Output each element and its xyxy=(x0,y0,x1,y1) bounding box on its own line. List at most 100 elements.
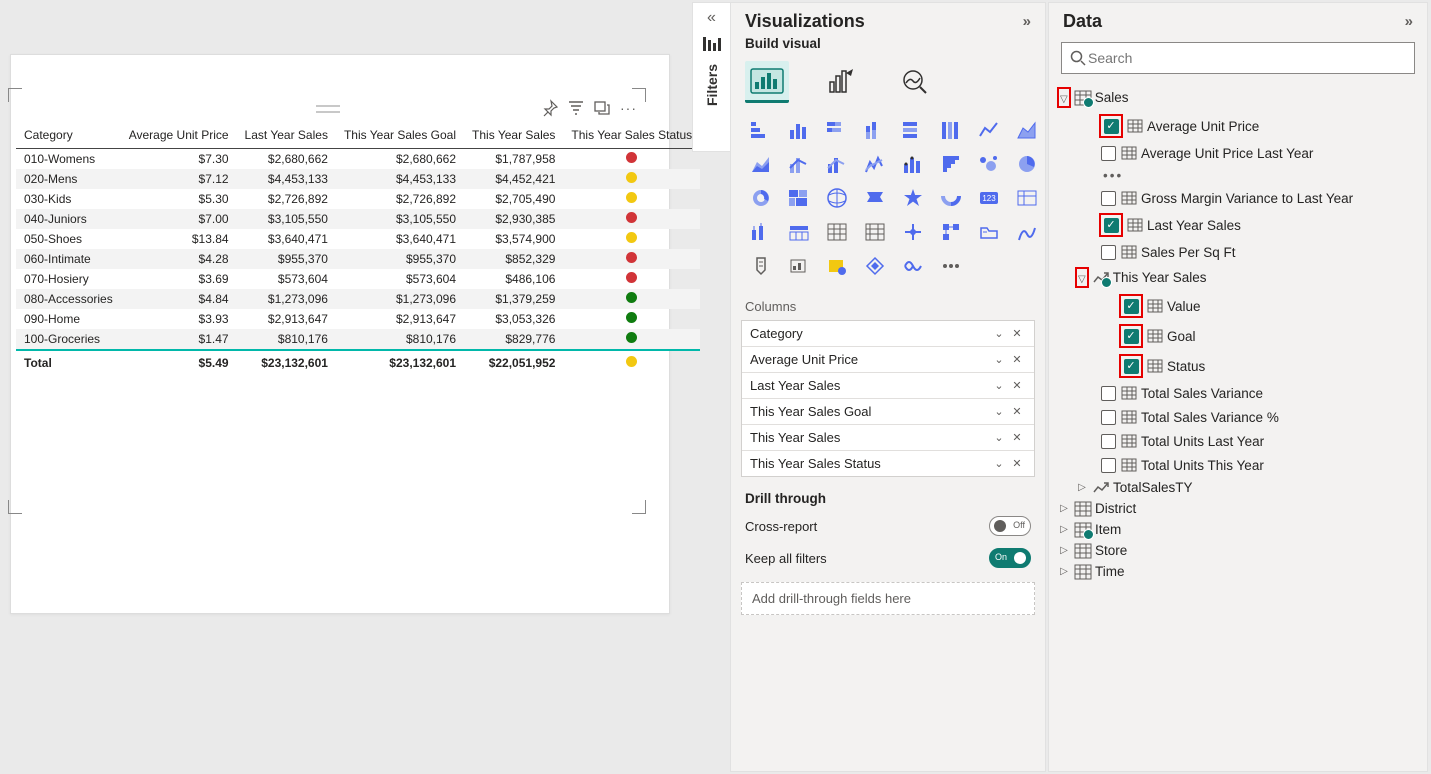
table-row[interactable]: 080-Accessories$4.84$1,273,096$1,273,096… xyxy=(16,289,700,309)
drillthrough-drop-area[interactable]: Add drill-through fields here xyxy=(741,582,1035,615)
visual-type-11[interactable] xyxy=(859,149,891,179)
chevron-right-icon[interactable]: ▷ xyxy=(1057,566,1071,577)
table-visual[interactable]: ··· CategoryAverage Unit PriceLast Year … xyxy=(16,96,640,508)
visual-type-30[interactable] xyxy=(973,217,1005,247)
chevron-down-icon[interactable]: ⌄ xyxy=(990,353,1008,366)
table-district[interactable]: ▷ District xyxy=(1055,498,1421,519)
table-row[interactable]: 090-Home$3.93$2,913,647$2,913,647$3,053,… xyxy=(16,309,700,329)
chevron-down-icon[interactable]: ⌄ xyxy=(990,405,1008,418)
visual-type-28[interactable] xyxy=(897,217,929,247)
column-header[interactable]: This Year Sales xyxy=(464,122,563,149)
visual-type-17[interactable] xyxy=(783,183,815,213)
field-this-year-sales[interactable]: ▽ This Year Sales xyxy=(1055,264,1421,291)
field-chip[interactable]: Average Unit Price⌄✕ xyxy=(742,347,1034,373)
table-store[interactable]: ▷ Store xyxy=(1055,540,1421,561)
table-time[interactable]: ▷ Time xyxy=(1055,561,1421,582)
build-visual-tab[interactable] xyxy=(745,61,789,103)
table-row[interactable]: 010-Womens$7.30$2,680,662$2,680,662$1,78… xyxy=(16,149,700,170)
field-total-units-ty[interactable]: Total Units This Year xyxy=(1055,453,1421,477)
visual-type-5[interactable] xyxy=(935,115,967,145)
checkbox[interactable] xyxy=(1101,191,1116,206)
visual-type-13[interactable] xyxy=(935,149,967,179)
visual-type-0[interactable] xyxy=(745,115,777,145)
visual-type-18[interactable] xyxy=(821,183,853,213)
field-total-units-ly[interactable]: Total Units Last Year xyxy=(1055,429,1421,453)
filter-icon[interactable] xyxy=(568,100,584,116)
visual-type-33[interactable] xyxy=(783,251,815,281)
visual-type-6[interactable] xyxy=(973,115,1005,145)
chevron-down-icon[interactable]: ⌄ xyxy=(990,327,1008,340)
collapse-data-icon[interactable]: » xyxy=(1405,13,1413,30)
columns-well[interactable]: Category⌄✕Average Unit Price⌄✕Last Year … xyxy=(741,320,1035,477)
remove-icon[interactable]: ✕ xyxy=(1008,405,1026,418)
more-fields-icon[interactable]: ••• xyxy=(1055,165,1421,186)
visual-type-4[interactable] xyxy=(897,115,929,145)
checkbox[interactable] xyxy=(1101,410,1116,425)
visual-type-27[interactable] xyxy=(859,217,891,247)
field-total-sales-variance[interactable]: Total Sales Variance xyxy=(1055,381,1421,405)
table-row[interactable]: 040-Juniors$7.00$3,105,550$3,105,550$2,9… xyxy=(16,209,700,229)
visual-type-7[interactable] xyxy=(1011,115,1043,145)
checkbox[interactable] xyxy=(1101,146,1116,161)
collapse-viz-icon[interactable]: » xyxy=(1023,13,1031,30)
field-chip[interactable]: This Year Sales Status⌄✕ xyxy=(742,451,1034,476)
column-header[interactable]: Last Year Sales xyxy=(237,122,336,149)
field-aup-last-year[interactable]: Average Unit Price Last Year xyxy=(1055,141,1421,165)
checkbox[interactable] xyxy=(1104,119,1119,134)
keep-filters-toggle[interactable]: On xyxy=(989,548,1031,568)
checkbox[interactable] xyxy=(1101,386,1116,401)
column-header[interactable]: This Year Sales Goal xyxy=(336,122,464,149)
field-total-sales-variance-pct[interactable]: Total Sales Variance % xyxy=(1055,405,1421,429)
more-options-icon[interactable]: ··· xyxy=(620,100,636,116)
visual-type-35[interactable] xyxy=(859,251,891,281)
cross-report-toggle[interactable]: Off xyxy=(989,516,1031,536)
field-value[interactable]: Value xyxy=(1055,291,1421,321)
visual-type-23[interactable] xyxy=(1011,183,1043,213)
visual-type-10[interactable] xyxy=(821,149,853,179)
visual-type-9[interactable] xyxy=(783,149,815,179)
visual-type-8[interactable] xyxy=(745,149,777,179)
remove-icon[interactable]: ✕ xyxy=(1008,457,1026,470)
format-visual-tab[interactable] xyxy=(819,61,863,103)
drag-handle-icon[interactable] xyxy=(316,105,340,113)
visual-type-32[interactable] xyxy=(745,251,777,281)
remove-icon[interactable]: ✕ xyxy=(1008,379,1026,392)
field-chip[interactable]: This Year Sales Goal⌄✕ xyxy=(742,399,1034,425)
chevron-right-icon[interactable]: ▷ xyxy=(1075,482,1089,493)
visual-type-3[interactable] xyxy=(859,115,891,145)
visual-type-14[interactable] xyxy=(973,149,1005,179)
table-row[interactable]: 070-Hosiery$3.69$573,604$573,604$486,106 xyxy=(16,269,700,289)
checkbox[interactable] xyxy=(1124,299,1139,314)
visual-type-19[interactable] xyxy=(859,183,891,213)
checkbox[interactable] xyxy=(1104,218,1119,233)
visual-type-16[interactable] xyxy=(745,183,777,213)
field-goal[interactable]: Goal xyxy=(1055,321,1421,351)
visual-type-2[interactable] xyxy=(821,115,853,145)
field-chip[interactable]: Last Year Sales⌄✕ xyxy=(742,373,1034,399)
visual-type-20[interactable] xyxy=(897,183,929,213)
column-header[interactable]: This Year Sales Status xyxy=(563,122,700,149)
field-gross-margin-variance[interactable]: Gross Margin Variance to Last Year xyxy=(1055,186,1421,210)
checkbox[interactable] xyxy=(1124,359,1139,374)
table-row[interactable]: 100-Groceries$1.47$810,176$810,176$829,7… xyxy=(16,329,700,350)
checkbox[interactable] xyxy=(1101,245,1116,260)
column-header[interactable]: Average Unit Price xyxy=(121,122,237,149)
remove-icon[interactable]: ✕ xyxy=(1008,353,1026,366)
visual-type-25[interactable] xyxy=(783,217,815,247)
field-average-unit-price[interactable]: Average Unit Price xyxy=(1055,111,1421,141)
expand-filters-icon[interactable]: « xyxy=(707,9,716,27)
chevron-right-icon[interactable]: ▷ xyxy=(1057,503,1071,514)
search-box[interactable] xyxy=(1061,42,1415,74)
search-input[interactable] xyxy=(1086,49,1406,67)
visual-type-31[interactable] xyxy=(1011,217,1043,247)
column-header[interactable]: Category xyxy=(16,122,121,149)
visual-type-36[interactable] xyxy=(897,251,929,281)
table-row[interactable]: 030-Kids$5.30$2,726,892$2,726,892$2,705,… xyxy=(16,189,700,209)
field-last-year-sales[interactable]: Last Year Sales xyxy=(1055,210,1421,240)
remove-icon[interactable]: ✕ xyxy=(1008,327,1026,340)
field-sales-per-sqft[interactable]: Sales Per Sq Ft xyxy=(1055,240,1421,264)
chevron-down-icon[interactable]: ▽ xyxy=(1078,274,1086,285)
checkbox[interactable] xyxy=(1101,458,1116,473)
focus-mode-icon[interactable] xyxy=(594,100,610,116)
chevron-down-icon[interactable]: ⌄ xyxy=(990,457,1008,470)
